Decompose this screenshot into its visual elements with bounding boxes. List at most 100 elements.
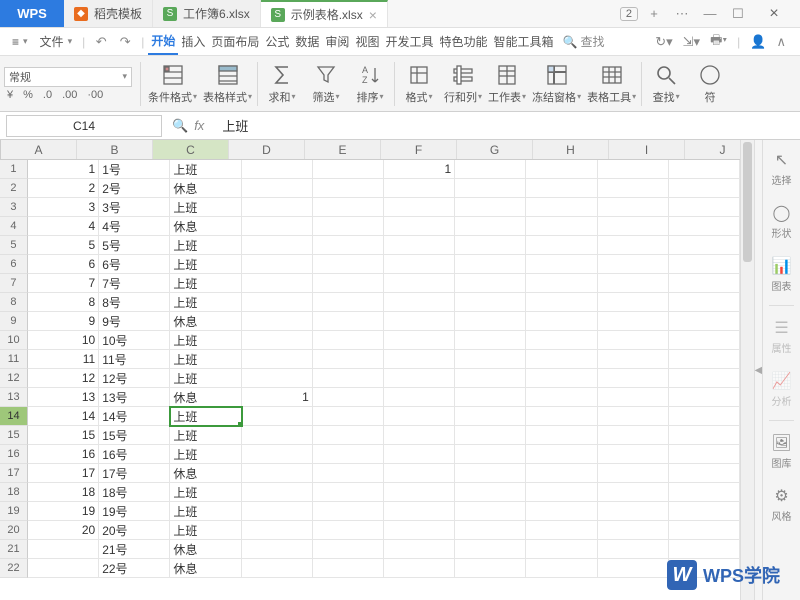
cell-B2[interactable]: 2号 [99, 179, 170, 198]
cell-J13[interactable] [669, 388, 740, 407]
row-header[interactable]: 10 [0, 331, 28, 350]
cell-I14[interactable] [598, 407, 669, 426]
cell-G4[interactable] [455, 217, 526, 236]
cell-C13[interactable]: 休息 [170, 388, 241, 407]
col-header-J[interactable]: J [685, 140, 740, 159]
cell-J15[interactable] [669, 426, 740, 445]
tool-freeze[interactable]: 冻结窗格 [529, 63, 584, 105]
cell-E14[interactable] [313, 407, 384, 426]
row-header[interactable]: 21 [0, 540, 28, 559]
cell-G18[interactable] [455, 483, 526, 502]
cell-D14[interactable] [242, 407, 313, 426]
cell-E13[interactable] [313, 388, 384, 407]
cell-A17[interactable]: 17 [28, 464, 99, 483]
cell-A15[interactable]: 15 [28, 426, 99, 445]
cell-B1[interactable]: 1号 [99, 160, 170, 179]
search-button[interactable]: 🔍 查找 [563, 33, 605, 50]
cell-A13[interactable]: 13 [28, 388, 99, 407]
cell-G1[interactable] [455, 160, 526, 179]
cell-C1[interactable]: 上班 [170, 160, 241, 179]
cell-J19[interactable] [669, 502, 740, 521]
cell-H3[interactable] [526, 198, 597, 217]
cell-H14[interactable] [526, 407, 597, 426]
cell-C14[interactable]: 上班 [170, 407, 241, 426]
cell-D9[interactable] [242, 312, 313, 331]
cell-E7[interactable] [313, 274, 384, 293]
cell-C11[interactable]: 上班 [170, 350, 241, 369]
cell-E2[interactable] [313, 179, 384, 198]
col-header-I[interactable]: I [609, 140, 685, 159]
cell-D18[interactable] [242, 483, 313, 502]
row-header[interactable]: 20 [0, 521, 28, 540]
row-header[interactable]: 3 [0, 198, 28, 217]
cell-I22[interactable] [598, 559, 669, 578]
cell-J9[interactable] [669, 312, 740, 331]
side-形状[interactable]: ◯形状 [763, 199, 800, 244]
cell-C17[interactable]: 休息 [170, 464, 241, 483]
cell-G17[interactable] [455, 464, 526, 483]
minimize-button[interactable]: — [698, 4, 722, 24]
cell-F20[interactable] [384, 521, 455, 540]
cell-G10[interactable] [455, 331, 526, 350]
cell-C3[interactable]: 上班 [170, 198, 241, 217]
row-header[interactable]: 5 [0, 236, 28, 255]
cell-D3[interactable] [242, 198, 313, 217]
cell-J12[interactable] [669, 369, 740, 388]
tab-template[interactable]: ◆ 稻壳模板 [64, 0, 153, 27]
cell-H6[interactable] [526, 255, 597, 274]
ribbon-tab-9[interactable]: 智能工具箱 [490, 29, 556, 54]
print-icon[interactable]: 🖶▾ [710, 31, 727, 53]
cell-C22[interactable]: 休息 [170, 559, 241, 578]
cell-B13[interactable]: 13号 [99, 388, 170, 407]
cell-I9[interactable] [598, 312, 669, 331]
cell-B11[interactable]: 11号 [99, 350, 170, 369]
cell-J4[interactable] [669, 217, 740, 236]
cell-F15[interactable] [384, 426, 455, 445]
row-header[interactable]: 9 [0, 312, 28, 331]
cell-D21[interactable] [242, 540, 313, 559]
cell-E1[interactable] [313, 160, 384, 179]
cell-H4[interactable] [526, 217, 597, 236]
cell-C6[interactable]: 上班 [170, 255, 241, 274]
redo-button[interactable]: ↷ [113, 32, 137, 52]
row-header[interactable]: 12 [0, 369, 28, 388]
cell-A1[interactable]: 1 [28, 160, 99, 179]
cell-D5[interactable] [242, 236, 313, 255]
cell-C12[interactable]: 上班 [170, 369, 241, 388]
num-format-btn[interactable]: % [20, 89, 36, 101]
cell-A19[interactable]: 19 [28, 502, 99, 521]
cell-G22[interactable] [455, 559, 526, 578]
num-format-btn[interactable]: ·00 [84, 89, 106, 101]
cell-J8[interactable] [669, 293, 740, 312]
cell-E5[interactable] [313, 236, 384, 255]
formula-input[interactable]: 上班 [214, 116, 800, 135]
fx-label[interactable]: fx [194, 118, 204, 133]
cell-F3[interactable] [384, 198, 455, 217]
cell-I20[interactable] [598, 521, 669, 540]
cell-F10[interactable] [384, 331, 455, 350]
cell-C10[interactable]: 上班 [170, 331, 241, 350]
num-format-btn[interactable]: ¥ [4, 89, 16, 101]
ribbon-tab-0[interactable]: 开始 [148, 28, 178, 55]
cell-G20[interactable] [455, 521, 526, 540]
tool-find[interactable]: 查找 [644, 63, 688, 105]
number-format-combo[interactable]: 常规 [4, 67, 132, 87]
cell-I5[interactable] [598, 236, 669, 255]
search-icon[interactable]: 🔍 [172, 118, 188, 134]
row-header[interactable]: 19 [0, 502, 28, 521]
cell-D8[interactable] [242, 293, 313, 312]
cell-B5[interactable]: 5号 [99, 236, 170, 255]
row-header[interactable]: 6 [0, 255, 28, 274]
cell-G5[interactable] [455, 236, 526, 255]
row-header[interactable]: 16 [0, 445, 28, 464]
cell-A14[interactable]: 14 [28, 407, 99, 426]
cell-A12[interactable]: 12 [28, 369, 99, 388]
col-header-C[interactable]: C [153, 140, 229, 159]
cell-F13[interactable] [384, 388, 455, 407]
cell-G21[interactable] [455, 540, 526, 559]
cell-C16[interactable]: 上班 [170, 445, 241, 464]
cell-F21[interactable] [384, 540, 455, 559]
cell-G14[interactable] [455, 407, 526, 426]
cell-E20[interactable] [313, 521, 384, 540]
tool-format[interactable]: 格式 [397, 63, 441, 105]
